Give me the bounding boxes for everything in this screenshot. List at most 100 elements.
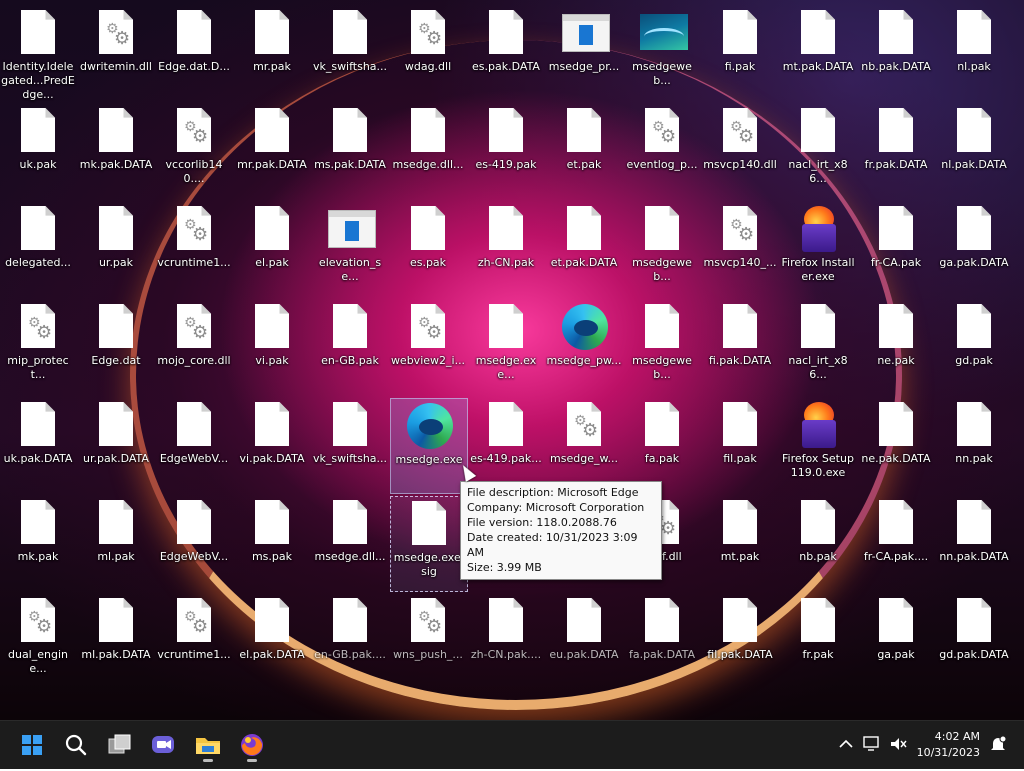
desktop-icon-ur-pak[interactable]: ur.pak	[78, 202, 154, 296]
desktop-icon-msedgeweb[interactable]: msedgeweb...	[624, 300, 700, 394]
desktop-icon-gd-pak-data[interactable]: gd.pak.DATA	[936, 594, 1012, 688]
desktop-icon-uk-pak[interactable]: uk.pak	[0, 104, 76, 198]
desktop-icon-nb-pak-data[interactable]: nb.pak.DATA	[858, 6, 934, 100]
desktop-icon-mt-pak-data[interactable]: mt.pak.DATA	[780, 6, 856, 100]
desktop-icon-es-pak[interactable]: es.pak	[390, 202, 466, 296]
desktop-icon-edgewebv[interactable]: EdgeWebV...	[156, 398, 232, 492]
desktop-icon-dual-engine[interactable]: ⚙ ⚙ dual_engine...	[0, 594, 76, 688]
desktop-icon-ga-pak[interactable]: ga.pak	[858, 594, 934, 688]
desktop-icon-vk-swiftsha[interactable]: vk_swiftsha...	[312, 6, 388, 100]
desktop-icon-mk-pak[interactable]: mk.pak	[0, 496, 76, 590]
desktop-icon-msedge-pr[interactable]: msedge_pr...	[546, 6, 622, 100]
desktop-icon-nl-pak-data[interactable]: nl.pak.DATA	[936, 104, 1012, 198]
desktop-icon-et-pak[interactable]: et.pak	[546, 104, 622, 198]
desktop-icon-el-pak[interactable]: el.pak	[234, 202, 310, 296]
desktop-icon-mojo-core-dll[interactable]: ⚙ ⚙ mojo_core.dll	[156, 300, 232, 394]
desktop-icon-fil-pak[interactable]: fil.pak	[702, 398, 778, 492]
desktop-icon-nacl-irt-x86[interactable]: nacl_irt_x86...	[780, 104, 856, 198]
desktop-icon-zh-cn-pak[interactable]: zh-CN.pak	[468, 202, 544, 296]
desktop-icon-fr-pak-data[interactable]: fr.pak.DATA	[858, 104, 934, 198]
file-explorer-icon[interactable]	[190, 727, 226, 763]
desktop-icon-nn-pak-data[interactable]: nn.pak.DATA	[936, 496, 1012, 590]
desktop-icon-msedge-w[interactable]: ⚙ ⚙ msedge_w...	[546, 398, 622, 492]
desktop-icon-fr-pak[interactable]: fr.pak	[780, 594, 856, 688]
chat-icon[interactable]	[146, 727, 182, 763]
notification-bell-icon[interactable]	[986, 731, 1010, 757]
desktop-icon-mt-pak[interactable]: mt.pak	[702, 496, 778, 590]
desktop-icon-vccorlib140[interactable]: ⚙ ⚙ vccorlib140....	[156, 104, 232, 198]
volume-muted-icon[interactable]	[886, 731, 910, 757]
desktop-icon-fi-pak-data[interactable]: fi.pak.DATA	[702, 300, 778, 394]
desktop-icon-vi-pak[interactable]: vi.pak	[234, 300, 310, 394]
desktop-icon-ga-pak-data[interactable]: ga.pak.DATA	[936, 202, 1012, 296]
desktop-icon-fr-ca-pak[interactable]: fr-CA.pak	[858, 202, 934, 296]
desktop-icon-fa-pak[interactable]: fa.pak	[624, 398, 700, 492]
desktop-icon-nb-pak[interactable]: nb.pak	[780, 496, 856, 590]
chevron-up-icon[interactable]	[834, 731, 858, 757]
desktop-icon-fi-pak[interactable]: fi.pak	[702, 6, 778, 100]
desktop-icon-gd-pak[interactable]: gd.pak	[936, 300, 1012, 394]
desktop-icon-vk-swiftsha[interactable]: vk_swiftsha...	[312, 398, 388, 492]
desktop-icon-ml-pak[interactable]: ml.pak	[78, 496, 154, 590]
task-view-icon[interactable]	[102, 727, 138, 763]
desktop-icon-eventlog-p[interactable]: ⚙ ⚙ eventlog_p...	[624, 104, 700, 198]
desktop-icon-msvcp140-dll[interactable]: ⚙ ⚙ msvcp140.dll	[702, 104, 778, 198]
desktop-icon-et-pak-data[interactable]: et.pak.DATA	[546, 202, 622, 296]
desktop-icon-es-419-pak[interactable]: es-419.pak...	[468, 398, 544, 492]
desktop-icon-firefox-setup-119-0-exe[interactable]: Firefox Setup 119.0.exe	[780, 398, 856, 492]
desktop-icon-msedgeweb[interactable]: msedgeweb...	[624, 6, 700, 100]
desktop-icon-es-419-pak[interactable]: es-419.pak	[468, 104, 544, 198]
network-icon[interactable]	[860, 731, 884, 757]
desktop-icon-wns-push[interactable]: ⚙ ⚙ wns_push_...	[390, 594, 466, 688]
desktop-icon-uk-pak-data[interactable]: uk.pak.DATA	[0, 398, 76, 492]
desktop-icon-en-gb-pak[interactable]: en-GB.pak....	[312, 594, 388, 688]
desktop-icon-mip-protect[interactable]: ⚙ ⚙ mip_protect...	[0, 300, 76, 394]
desktop-icon-ms-pak-data[interactable]: ms.pak.DATA	[312, 104, 388, 198]
desktop-icon-ms-pak[interactable]: ms.pak	[234, 496, 310, 590]
desktop-icon-webview2-i[interactable]: ⚙ ⚙ webview2_i...	[390, 300, 466, 394]
desktop-icon-ur-pak-data[interactable]: ur.pak.DATA	[78, 398, 154, 492]
desktop-icon-zh-cn-pak[interactable]: zh-CN.pak....	[468, 594, 544, 688]
desktop-icon-msedge-exe[interactable]: msedge.exe...	[468, 300, 544, 394]
desktop-icon-msedge-exe[interactable]: msedge.exe	[390, 398, 468, 494]
desktop-icon-ne-pak-data[interactable]: ne.pak.DATA	[858, 398, 934, 492]
desktop-icon-edge-dat-d[interactable]: Edge.dat.D...	[156, 6, 232, 100]
desktop-icon-nn-pak[interactable]: nn.pak	[936, 398, 1012, 492]
desktop-icon-mr-pak[interactable]: mr.pak	[234, 6, 310, 100]
desktop-icon-ml-pak-data[interactable]: ml.pak.DATA	[78, 594, 154, 688]
desktop-icon-edge-dat[interactable]: Edge.dat	[78, 300, 154, 394]
desktop-icon-msvcp140[interactable]: ⚙ ⚙ msvcp140_...	[702, 202, 778, 296]
desktop-icon-msedge-pw[interactable]: msedge_pw...	[546, 300, 622, 394]
desktop-icon-delegated[interactable]: delegated...	[0, 202, 76, 296]
desktop-icon-vcruntime1[interactable]: ⚙ ⚙ vcruntime1...	[156, 594, 232, 688]
desktop-icon-msedge-dll[interactable]: msedge.dll...	[312, 496, 388, 590]
desktop[interactable]: Identity.Idelegated...PredEdge... ⚙ ⚙ dwrit…	[0, 0, 1024, 720]
desktop-icon-fr-ca-pak[interactable]: fr-CA.pak....	[858, 496, 934, 590]
desktop-icon-el-pak-data[interactable]: el.pak.DATA	[234, 594, 310, 688]
system-clock[interactable]: 4:02 AM 10/31/2023	[917, 729, 980, 761]
desktop-icon-firefox-installer-exe[interactable]: Firefox Installer.exe	[780, 202, 856, 296]
desktop-icon-es-pak-data[interactable]: es.pak.DATA	[468, 6, 544, 100]
desktop-icon-fa-pak-data[interactable]: fa.pak.DATA	[624, 594, 700, 688]
desktop-icon-nl-pak[interactable]: nl.pak	[936, 6, 1012, 100]
desktop-icon-ne-pak[interactable]: ne.pak	[858, 300, 934, 394]
desktop-icon-msedge-dll[interactable]: msedge.dll...	[390, 104, 466, 198]
desktop-icon-mk-pak-data[interactable]: mk.pak.DATA	[78, 104, 154, 198]
desktop-icon-wdag-dll[interactable]: ⚙ ⚙ wdag.dll	[390, 6, 466, 100]
windows-start-icon[interactable]	[14, 727, 50, 763]
desktop-icon-fil-pak-data[interactable]: fil.pak.DATA	[702, 594, 778, 688]
desktop-icon-vcruntime1[interactable]: ⚙ ⚙ vcruntime1...	[156, 202, 232, 296]
desktop-icon-nacl-irt-x86[interactable]: nacl_irt_x86...	[780, 300, 856, 394]
desktop-icon-msedgeweb[interactable]: msedgeweb...	[624, 202, 700, 296]
desktop-icon-en-gb-pak[interactable]: en-GB.pak	[312, 300, 388, 394]
desktop-icon-vi-pak-data[interactable]: vi.pak.DATA	[234, 398, 310, 492]
desktop-icon-mr-pak-data[interactable]: mr.pak.DATA	[234, 104, 310, 198]
desktop-icon-identity-idelegated-prededge[interactable]: Identity.Idelegated...PredEdge...	[0, 6, 76, 101]
desktop-icon-edgewebv[interactable]: EdgeWebV...	[156, 496, 232, 590]
desktop-icon-eu-pak-data[interactable]: eu.pak.DATA	[546, 594, 622, 688]
firefox-icon[interactable]	[234, 727, 270, 763]
desktop-icon-msedge-exe-sig[interactable]: msedge.exe.sig	[390, 496, 468, 592]
desktop-icon-elevation-se[interactable]: elevation_se...	[312, 202, 388, 296]
desktop-icon-dwritemin-dll[interactable]: ⚙ ⚙ dwritemin.dll	[78, 6, 154, 100]
search-icon[interactable]	[58, 727, 94, 763]
